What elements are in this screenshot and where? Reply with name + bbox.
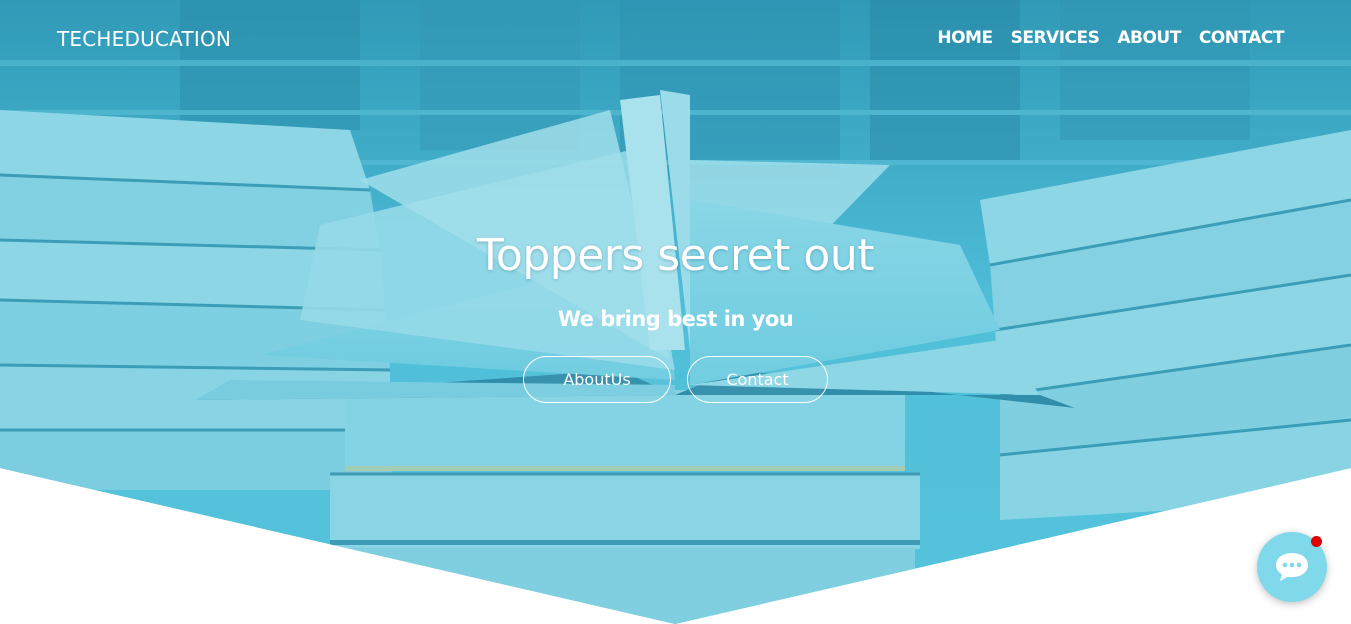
about-us-button[interactable]: AboutUs — [523, 356, 671, 403]
hero-title: Toppers secret out — [477, 230, 874, 281]
chat-bubble-icon — [1276, 553, 1308, 581]
nav-services-link[interactable]: SERVICES — [1011, 28, 1100, 48]
nav-contact-link[interactable]: CONTACT — [1199, 28, 1285, 48]
notification-badge — [1311, 536, 1322, 547]
nav-home-link[interactable]: HOME — [937, 28, 993, 48]
chat-widget-button[interactable] — [1257, 532, 1327, 602]
brand-logo-link[interactable]: TECHEDUCATION — [57, 27, 231, 51]
hero-subtitle: We bring best in you — [557, 307, 794, 331]
hero-section: TECHEDUCATION HOME SERVICES ABOUT CONTAC… — [0, 0, 1351, 624]
contact-button[interactable]: Contact — [687, 356, 828, 403]
nav-about-link[interactable]: ABOUT — [1117, 28, 1181, 48]
main-nav: HOME SERVICES ABOUT CONTACT — [937, 28, 1284, 48]
hero-button-group: AboutUs Contact — [0, 356, 1351, 403]
